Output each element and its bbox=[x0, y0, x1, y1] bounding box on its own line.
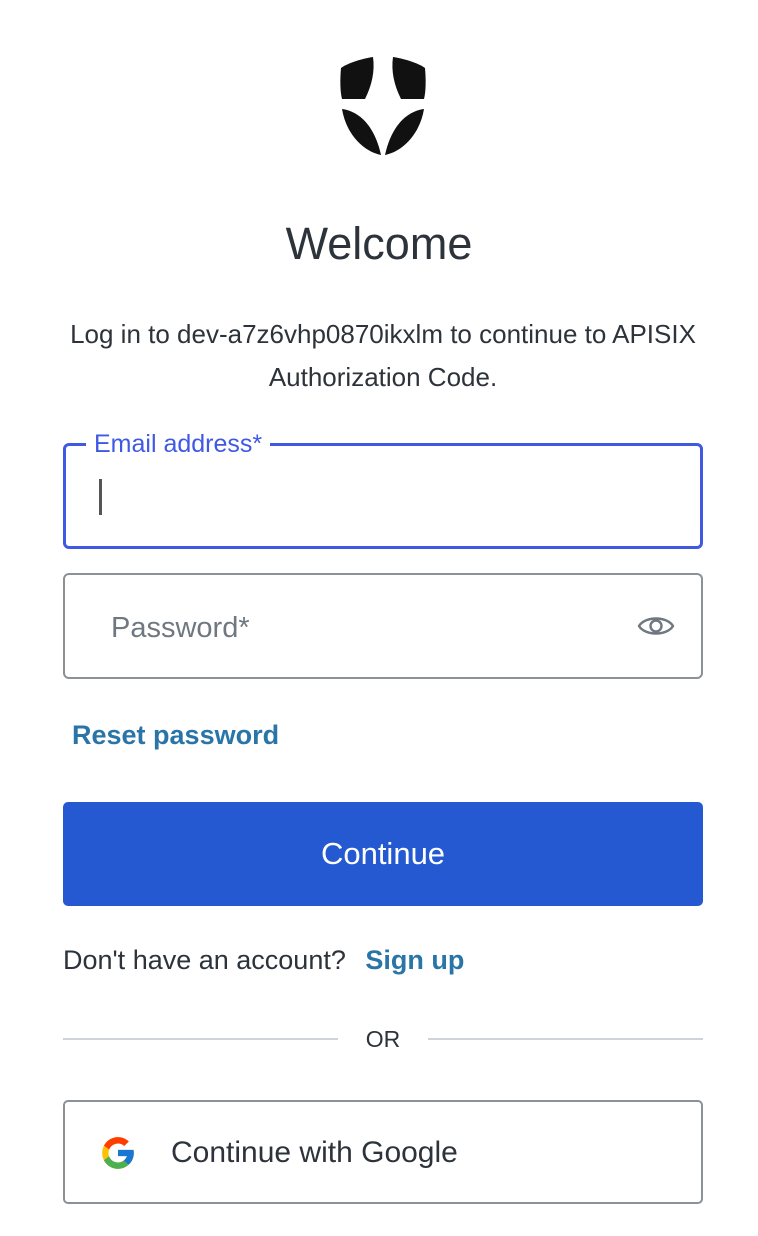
text-cursor bbox=[99, 479, 102, 515]
login-description: Log in to dev-a7z6vhp0870ikxlm to contin… bbox=[70, 319, 696, 392]
continue-with-google-button[interactable]: Continue with Google bbox=[63, 1100, 703, 1204]
password-placeholder: Password* bbox=[111, 612, 250, 644]
shield-logo-icon bbox=[340, 57, 426, 155]
signup-row: Don't have an account? Sign up bbox=[63, 941, 464, 979]
signup-prompt: Don't have an account? bbox=[63, 945, 346, 975]
page-title: Welcome bbox=[285, 218, 473, 269]
signup-link[interactable]: Sign up bbox=[365, 945, 464, 975]
divider-line-left bbox=[63, 1038, 338, 1040]
google-icon bbox=[102, 1137, 134, 1169]
eye-icon[interactable] bbox=[637, 611, 675, 641]
reset-password-link[interactable]: Reset password bbox=[72, 716, 279, 754]
email-field[interactable]: Email address* bbox=[63, 424, 703, 549]
continue-button[interactable]: Continue bbox=[63, 802, 703, 906]
or-divider: OR bbox=[63, 1018, 703, 1060]
email-input[interactable] bbox=[69, 449, 697, 543]
divider-text: OR bbox=[365, 1026, 401, 1052]
divider-line-right bbox=[428, 1038, 703, 1040]
password-field[interactable]: Password* bbox=[63, 573, 703, 679]
google-button-label: Continue with Google bbox=[171, 1136, 458, 1169]
